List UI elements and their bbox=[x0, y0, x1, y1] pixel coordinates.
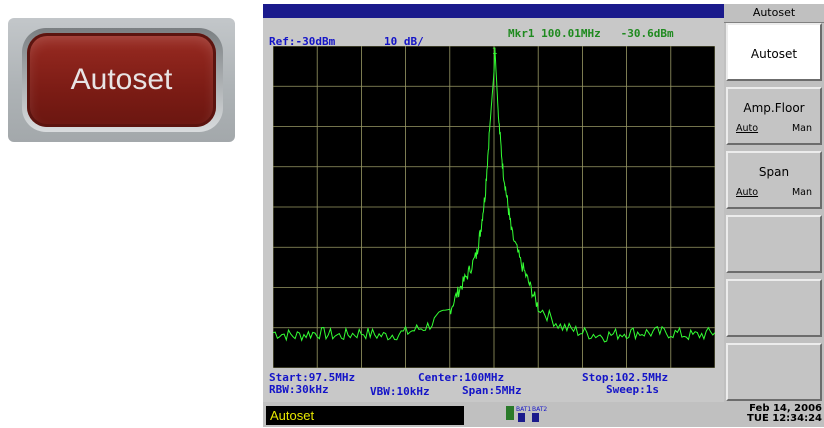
battery-indicator: BAT1 BAT2 bbox=[503, 404, 563, 424]
softkey-empty-6[interactable] bbox=[726, 343, 822, 401]
date-time-display: Feb 14, 2006 TUE 12:34:24 bbox=[724, 404, 822, 424]
battery-2-label: BAT2 bbox=[532, 406, 547, 413]
softkey-span[interactable]: Span Auto Man bbox=[726, 151, 822, 209]
softkey-menu-title: Autoset bbox=[724, 4, 824, 23]
sweep-time: Sweep:1s bbox=[606, 383, 659, 396]
start-frequency: Start:97.5MHz bbox=[269, 371, 356, 384]
autoset-key-label: Autoset bbox=[70, 63, 173, 96]
plot-grid bbox=[273, 46, 715, 368]
softkey-amp-floor[interactable]: Amp.Floor Auto Man bbox=[726, 87, 822, 145]
amp-floor-auto-option[interactable]: Auto bbox=[736, 123, 758, 134]
vbw-setting: VBW:10kHz bbox=[370, 385, 430, 398]
softkey-span-label: Span bbox=[758, 165, 790, 179]
marker-frequency: 100.01MHz bbox=[541, 27, 601, 40]
status-message: Autoset bbox=[266, 406, 464, 425]
softkey-amp-floor-label: Amp.Floor bbox=[743, 101, 805, 115]
spectrum-plot: 1 bbox=[273, 46, 715, 368]
softkey-empty-4[interactable] bbox=[726, 215, 822, 273]
softkey-panel: Autoset Autoset Amp.Floor Auto Man Span … bbox=[724, 4, 824, 427]
center-frequency: Center:100MHz bbox=[418, 371, 505, 384]
softkey-autoset-label: Autoset bbox=[750, 47, 798, 61]
battery-1-icon bbox=[518, 413, 525, 422]
amp-floor-man-option[interactable]: Man bbox=[792, 123, 812, 134]
autoset-key-photo: Autoset bbox=[8, 18, 235, 142]
softkey-empty-5[interactable] bbox=[726, 279, 822, 337]
analyzer-screen: Ref:-30dBm 10 dB/ Mkr1 100.01MHz -30.6dB… bbox=[263, 4, 824, 427]
graph-panel: Ref:-30dBm 10 dB/ Mkr1 100.01MHz -30.6dB… bbox=[263, 18, 724, 402]
battery-2-icon bbox=[532, 413, 539, 422]
marker-name: Mkr1 bbox=[508, 27, 535, 40]
autoset-hardware-key[interactable]: Autoset bbox=[27, 33, 216, 127]
span-man-option[interactable]: Man bbox=[792, 187, 812, 198]
antenna-icon bbox=[506, 406, 514, 420]
battery-1-label: BAT1 bbox=[516, 406, 531, 413]
stop-frequency: Stop:102.5MHz bbox=[582, 371, 669, 384]
marker-readout: Mkr1 100.01MHz -30.6dBm bbox=[508, 28, 674, 39]
title-bar bbox=[263, 4, 724, 18]
marker-level: -30.6dBm bbox=[620, 27, 674, 40]
marker-index-label: 1 bbox=[492, 47, 498, 57]
span-auto-option[interactable]: Auto bbox=[736, 187, 758, 198]
softkey-autoset[interactable]: Autoset bbox=[726, 23, 822, 81]
rbw-setting: RBW:30kHz bbox=[269, 383, 329, 396]
time-display: TUE 12:34:24 bbox=[747, 413, 822, 424]
span-setting: Span:5MHz bbox=[462, 384, 522, 397]
